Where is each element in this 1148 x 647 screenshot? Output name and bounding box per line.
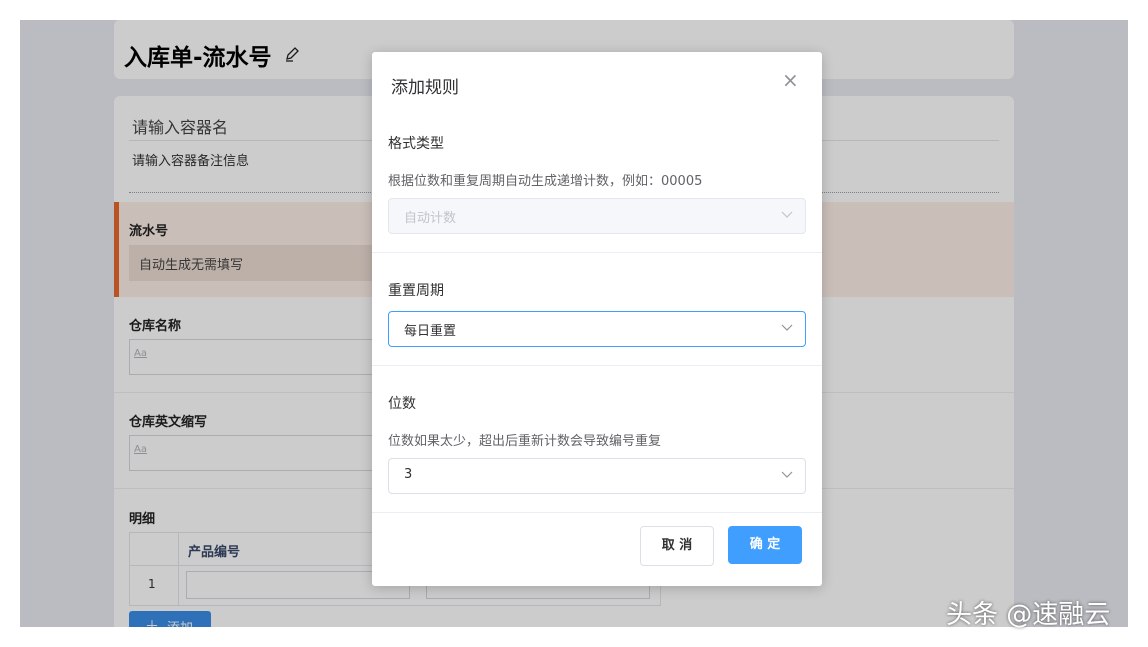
format-type-label: 格式类型: [388, 136, 444, 152]
confirm-button[interactable]: 确 定: [728, 526, 802, 564]
reset-period-label: 重置周期: [388, 283, 444, 299]
footer-divider: [372, 512, 822, 513]
cancel-button[interactable]: 取 消: [640, 526, 714, 566]
add-rule-dialog: 添加规则 × 格式类型 根据位数和重复周期自动生成递增计数，例如：00005 自…: [372, 52, 822, 586]
chevron-down-icon: [781, 471, 793, 478]
format-type-select: 自动计数: [388, 198, 806, 234]
watermark: 头条 @速融云: [946, 600, 1111, 630]
digits-select[interactable]: 3: [388, 458, 806, 494]
chevron-down-icon: [781, 324, 793, 331]
chevron-down-icon: [781, 211, 793, 218]
format-type-description: 根据位数和重复周期自动生成递增计数，例如：00005: [388, 174, 703, 189]
format-type-value: 自动计数: [404, 211, 457, 226]
reset-period-value: 每日重置: [404, 324, 457, 339]
digits-value: 3: [404, 467, 413, 482]
reset-period-select[interactable]: 每日重置: [388, 311, 806, 347]
close-icon[interactable]: ×: [782, 70, 799, 90]
section-divider: [372, 252, 822, 253]
section-divider: [372, 365, 822, 366]
digits-label: 位数: [388, 396, 416, 412]
app-window: 入库单-流水号 请输入容器名 请输入容器备注信息 流水号 自动生成无需填写 仓库…: [20, 20, 1128, 627]
dialog-title: 添加规则: [391, 78, 459, 98]
digits-description: 位数如果太少，超出后重新计数会导致编号重复: [388, 434, 662, 449]
